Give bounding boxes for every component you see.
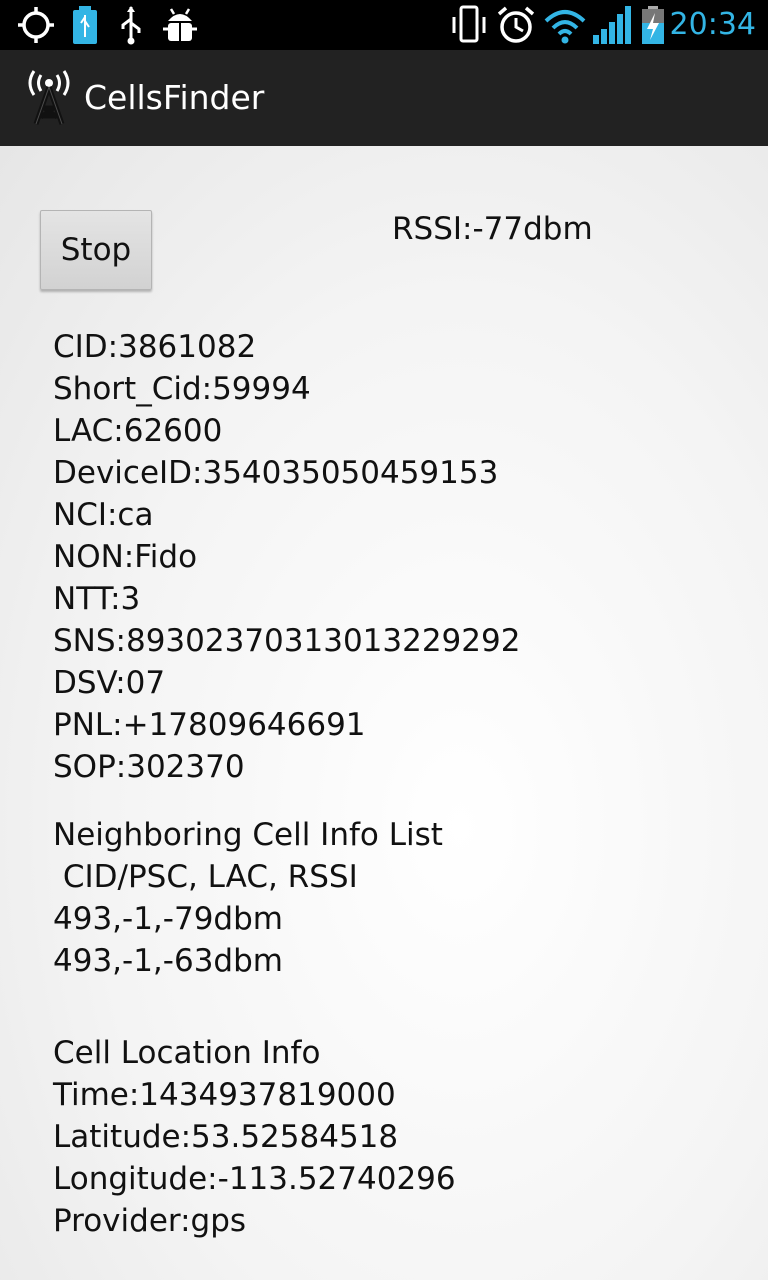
location-provider: Provider:gps [53,1203,247,1239]
cell-info-list: CID:3861082 Short_Cid:59994 LAC:62600 De… [53,326,520,788]
sop-value: SOP:302370 [53,749,245,785]
lac-value: LAC:62600 [53,413,223,449]
ntt-value: NTT:3 [53,581,141,617]
clock: 20:34 [669,7,756,42]
non-value: NON:Fido [53,539,198,575]
device-id-value: DeviceID:354035050459153 [53,455,499,491]
cell-tower-icon [28,70,70,125]
vibrate-icon [452,5,486,43]
rssi-readout: RSSI:-77dbm [392,211,593,247]
gps-icon [18,7,54,43]
action-bar: CellsFinder [0,50,768,146]
battery-charging-icon [642,6,664,44]
signal-icon [593,6,631,44]
location-time: Time:1434937819000 [53,1077,396,1113]
neighbor-cell-list: Neighboring Cell Info List CID/PSC, LAC,… [53,814,443,982]
usb-storage-icon [73,6,97,44]
location-longitude: Longitude:-113.52740296 [53,1161,456,1197]
pnl-value: PNL:+17809646691 [53,707,366,743]
sns-value: SNS:89302370313013229292 [53,623,521,659]
neighbor-list-header: CID/PSC, LAC, RSSI [53,859,358,895]
dsv-value: DSV:07 [53,665,166,701]
cid-value: CID:3861082 [53,329,257,365]
list-item: 493,-1,-79dbm [53,901,283,937]
nci-value: NCI:ca [53,497,154,533]
wifi-icon [544,10,586,44]
stop-button[interactable]: Stop [40,210,152,290]
short-cid-value: Short_Cid:59994 [53,371,311,407]
usb-icon [121,6,141,45]
location-title: Cell Location Info [53,1035,321,1071]
android-debug-icon [163,8,197,41]
status-bar: 20:34 [0,0,768,50]
alarm-icon [497,6,535,43]
main-content: Stop RSSI:-77dbm CID:3861082 Short_Cid:5… [0,146,768,1280]
cell-location-info: Cell Location Info Time:1434937819000 La… [53,1032,456,1242]
list-item: 493,-1,-63dbm [53,943,283,979]
app-title: CellsFinder [84,78,265,117]
neighbor-list-title: Neighboring Cell Info List [53,817,443,853]
location-latitude: Latitude:53.52584518 [53,1119,399,1155]
